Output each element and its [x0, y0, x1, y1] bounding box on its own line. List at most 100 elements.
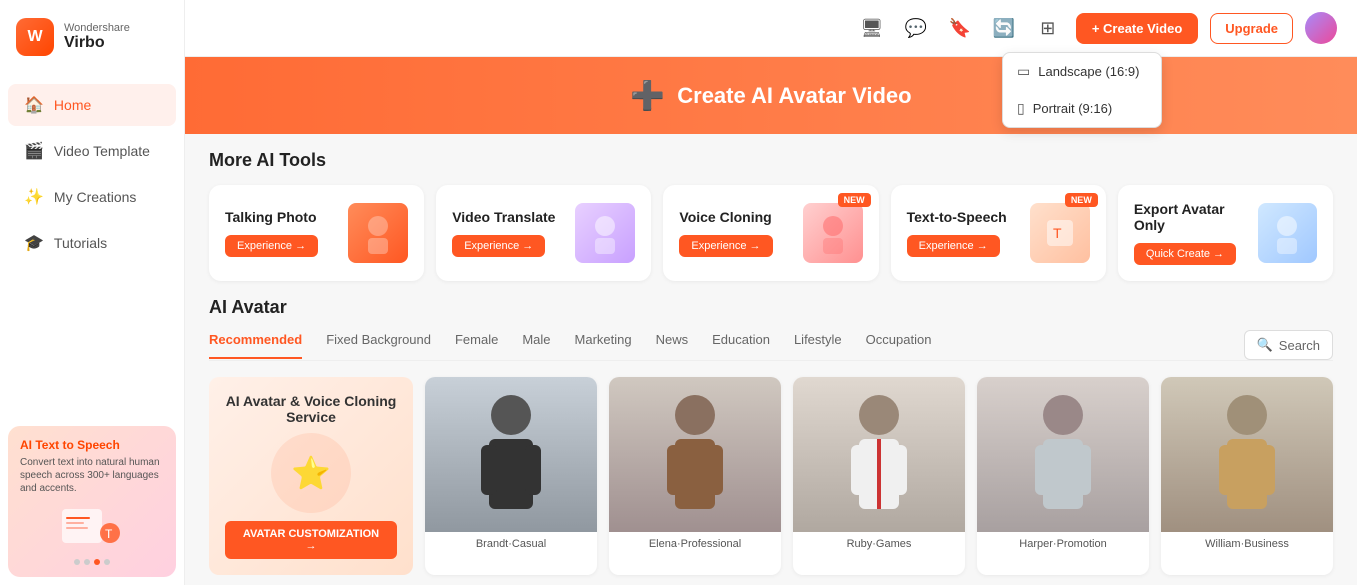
grid-icon[interactable]: ⊞ [1032, 12, 1064, 44]
hero-banner[interactable]: ➕ Create AI Avatar Video [185, 57, 1357, 134]
sidebar: W Wondershare Virbo 🏠 Home 🎬 Video Templ… [0, 0, 185, 585]
avatar-card-brandt[interactable]: Brandt·Casual [425, 377, 597, 575]
filter-tab-male[interactable]: Male [522, 332, 550, 359]
dropdown-item-landscape[interactable]: ▭ Landscape (16:9) [1003, 53, 1161, 90]
avatar-label-harper: Harper·Promotion [977, 532, 1149, 556]
dot-2 [84, 559, 90, 565]
app-logo-icon: W [16, 18, 54, 56]
tool-info-video-translate: Video Translate Experience → [452, 209, 555, 257]
tool-name-talking-photo: Talking Photo [225, 209, 318, 225]
svg-text:T: T [1053, 225, 1062, 241]
avatar-promo-title: AI Avatar & Voice Cloning Service [225, 393, 397, 425]
carousel-dots [20, 559, 164, 565]
tool-name-voice-cloning: Voice Cloning [679, 209, 772, 225]
tool-info-talking-photo: Talking Photo Experience → [225, 209, 318, 257]
tool-thumb-tts: T [1030, 203, 1090, 263]
sidebar-item-my-creations[interactable]: ✨ My Creations [8, 176, 176, 218]
header: 🖥 💬 🔖 🔄 ⊞ + Create Video Upgrade ▭ Lands… [185, 0, 1357, 57]
sidebar-item-my-creations-label: My Creations [54, 189, 136, 205]
create-video-button[interactable]: + Create Video [1076, 13, 1198, 44]
bookmark-icon[interactable]: 🔖 [944, 12, 976, 44]
tool-card-video-translate[interactable]: Video Translate Experience → [436, 185, 651, 281]
tool-btn-voice-cloning[interactable]: Experience → [679, 235, 772, 257]
filter-tab-lifestyle[interactable]: Lifestyle [794, 332, 842, 359]
landscape-icon: ▭ [1017, 63, 1030, 80]
tool-btn-video-translate[interactable]: Experience → [452, 235, 545, 257]
new-badge-voice-cloning: NEW [838, 193, 871, 207]
tool-btn-talking-photo[interactable]: Experience → [225, 235, 318, 257]
avatar-image-william [1161, 377, 1333, 532]
main-content: ➕ Create AI Avatar Video More AI Tools T… [185, 57, 1357, 585]
avatar-label-william: William·Business [1161, 532, 1333, 556]
user-avatar[interactable] [1305, 12, 1337, 44]
my-creations-icon: ✨ [24, 187, 44, 207]
sidebar-bottom-title: AI Text to Speech [20, 438, 164, 452]
filter-tab-recommended[interactable]: Recommended [209, 332, 302, 359]
tool-btn-export-avatar[interactable]: Quick Create → [1134, 243, 1236, 265]
ai-avatar-title: AI Avatar [209, 297, 1333, 318]
video-template-icon: 🎬 [24, 141, 44, 161]
sidebar-bottom-card[interactable]: AI Text to Speech Convert text into natu… [8, 426, 176, 577]
dropdown-item-portrait[interactable]: ▯ Portrait (9:16) [1003, 90, 1161, 127]
sidebar-nav: 🏠 Home 🎬 Video Template ✨ My Creations 🎓… [0, 74, 184, 418]
logo-text: Wondershare Virbo [64, 22, 130, 52]
tool-thumb-talking-photo [348, 203, 408, 263]
avatar-search-box[interactable]: 🔍 Search [1244, 330, 1333, 360]
avatar-card-harper[interactable]: Harper·Promotion [977, 377, 1149, 575]
monitor-icon[interactable]: 🖥 [856, 12, 888, 44]
upgrade-button[interactable]: Upgrade [1210, 13, 1293, 44]
avatar-image-brandt [425, 377, 597, 532]
svg-text:T: T [105, 527, 113, 541]
dropdown-item-portrait-label: Portrait (9:16) [1033, 101, 1112, 116]
sidebar-logo: W Wondershare Virbo [0, 0, 184, 74]
filter-tabs-right: 🔍 Search [1244, 330, 1333, 360]
tool-card-talking-photo[interactable]: Talking Photo Experience → [209, 185, 424, 281]
avatar-card-elena[interactable]: Elena·Professional [609, 377, 781, 575]
avatar-card-william[interactable]: William·Business [1161, 377, 1333, 575]
tool-card-voice-cloning[interactable]: NEW Voice Cloning Experience → [663, 185, 878, 281]
promo-visual: ⭐ [271, 433, 351, 513]
message-icon[interactable]: 💬 [900, 12, 932, 44]
filter-tab-occupation[interactable]: Occupation [866, 332, 932, 359]
ai-tools-title: More AI Tools [209, 150, 1333, 171]
ai-tools-section: More AI Tools Talking Photo Experience → [185, 134, 1357, 297]
filter-tab-education[interactable]: Education [712, 332, 770, 359]
search-label: Search [1279, 338, 1320, 353]
tool-info-voice-cloning: Voice Cloning Experience → [679, 209, 772, 257]
ai-avatar-section: AI Avatar Recommended Fixed Background F… [185, 297, 1357, 585]
avatar-image-ruby [793, 377, 965, 532]
filter-tab-female[interactable]: Female [455, 332, 498, 359]
tool-btn-text-to-speech[interactable]: Experience → [907, 235, 1000, 257]
avatar-promo-card[interactable]: AI Avatar & Voice Cloning Service ⭐ AVAT… [209, 377, 413, 575]
sidebar-item-home[interactable]: 🏠 Home [8, 84, 176, 126]
sidebar-item-video-template-label: Video Template [54, 143, 150, 159]
tool-card-text-to-speech[interactable]: NEW Text-to-Speech Experience → T [891, 185, 1106, 281]
main-area: 🖥 💬 🔖 🔄 ⊞ + Create Video Upgrade ▭ Lands… [185, 0, 1357, 585]
sidebar-item-tutorials[interactable]: 🎓 Tutorials [8, 222, 176, 264]
tools-grid: Talking Photo Experience → Video Transla… [209, 185, 1333, 281]
tool-thumb-video-translate [575, 203, 635, 263]
avatar-image-harper [977, 377, 1149, 532]
dot-3 [94, 559, 100, 565]
avatar-promo-button[interactable]: AVATAR CUSTOMIZATION → [225, 521, 397, 559]
tool-thumb-export-avatar [1258, 203, 1317, 263]
sidebar-bottom-desc: Convert text into natural human speech a… [20, 456, 164, 495]
avatar-card-ruby[interactable]: Ruby·Games [793, 377, 965, 575]
logo-brand: Wondershare [64, 22, 130, 34]
filter-tab-fixed-bg[interactable]: Fixed Background [326, 332, 431, 359]
home-icon: 🏠 [24, 95, 44, 115]
filter-tab-news[interactable]: News [656, 332, 689, 359]
sidebar-item-video-template[interactable]: 🎬 Video Template [8, 130, 176, 172]
refresh-icon[interactable]: 🔄 [988, 12, 1020, 44]
dot-1 [74, 559, 80, 565]
avatar-grid: AI Avatar & Voice Cloning Service ⭐ AVAT… [209, 377, 1333, 575]
filter-tabs: Recommended Fixed Background Female Male… [209, 330, 1333, 361]
hero-icon: ➕ [630, 79, 665, 112]
tool-name-video-translate: Video Translate [452, 209, 555, 225]
dot-4 [104, 559, 110, 565]
tool-thumb-voice-cloning [803, 203, 863, 263]
tool-card-export-avatar[interactable]: Export Avatar Only Quick Create → [1118, 185, 1333, 281]
filter-tab-marketing[interactable]: Marketing [575, 332, 632, 359]
logo-name: Virbo [64, 34, 130, 52]
avatar-label-brandt: Brandt·Casual [425, 532, 597, 556]
